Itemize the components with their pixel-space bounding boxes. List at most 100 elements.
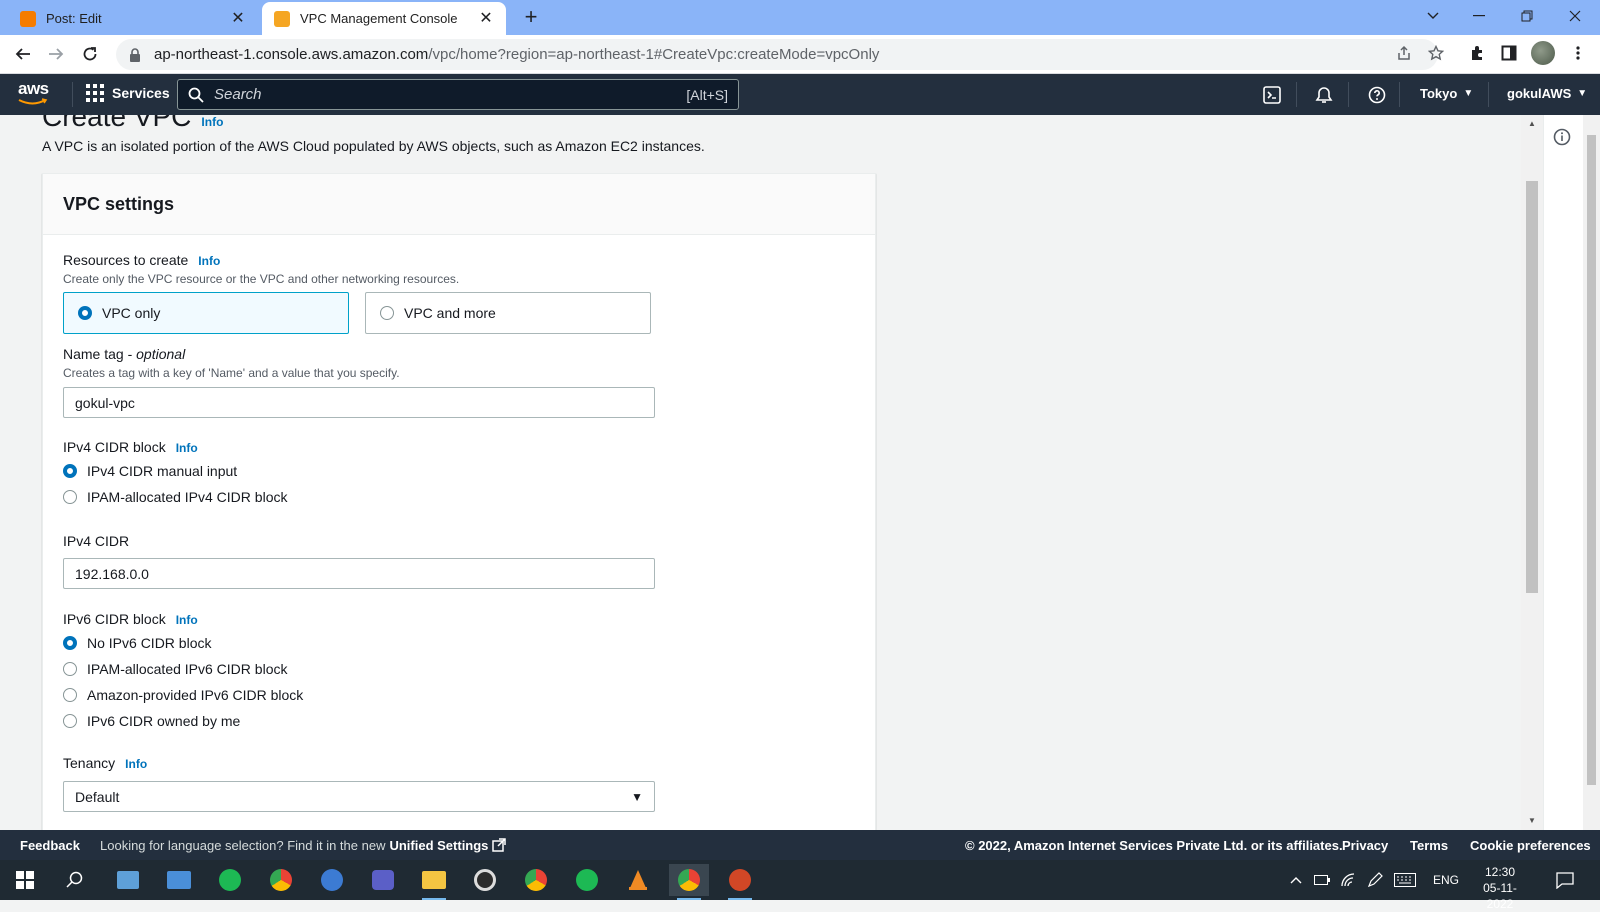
- clock-date: 05-11-2022: [1483, 881, 1517, 911]
- close-icon[interactable]: ✕: [230, 10, 246, 27]
- language-indicator[interactable]: ENG: [1433, 860, 1459, 900]
- tenancy-select[interactable]: Default ▼: [63, 781, 655, 812]
- tray-chevron-icon[interactable]: [1290, 860, 1302, 900]
- tenancy-info-link[interactable]: Info: [125, 757, 147, 771]
- ipv6-block-info-link[interactable]: Info: [176, 613, 198, 627]
- resources-info-link[interactable]: Info: [198, 254, 220, 268]
- wifi-icon[interactable]: [1340, 860, 1356, 900]
- restore-icon[interactable]: [1504, 0, 1550, 32]
- external-link-icon: [492, 838, 507, 852]
- ipv6-option-ipam[interactable]: IPAM-allocated IPv6 CIDR block: [63, 661, 287, 677]
- resource-option-vpc-and-more[interactable]: VPC and more: [365, 292, 651, 334]
- minimize-icon[interactable]: [1456, 0, 1502, 32]
- tab-title: Post: Edit: [46, 11, 102, 26]
- keyboard-icon[interactable]: [1394, 860, 1416, 900]
- window-close-icon[interactable]: [1552, 0, 1598, 32]
- aws-smile-icon: [18, 98, 48, 105]
- optional-text: optional: [136, 346, 186, 362]
- ipv6-option-none[interactable]: No IPv6 CIDR block: [63, 635, 211, 651]
- nav-divider: [1399, 82, 1400, 107]
- caret-down-icon: ▼: [1463, 88, 1474, 99]
- reload-icon[interactable]: [79, 43, 101, 65]
- main-content: Create VPC Info A VPC is an isolated por…: [0, 115, 1543, 830]
- page-scrollbar[interactable]: [1583, 115, 1600, 830]
- browser-tab-bar: Post: Edit ✕ VPC Management Console ✕ +: [0, 0, 1600, 35]
- new-tab-icon[interactable]: +: [520, 6, 542, 28]
- resources-field: Resources to create Info Create only the…: [63, 252, 459, 286]
- search-shortcut: [Alt+S]: [686, 86, 728, 103]
- sidepanel-icon[interactable]: [1498, 42, 1520, 64]
- terms-link[interactable]: Terms: [1410, 838, 1448, 853]
- scroll-thumb[interactable]: [1587, 135, 1596, 785]
- services-menu[interactable]: Services: [86, 84, 170, 102]
- spotify-icon[interactable]: [210, 864, 250, 896]
- taskbar-clock[interactable]: 12:30 05-11-2022: [1470, 864, 1530, 912]
- close-icon[interactable]: ✕: [478, 10, 494, 27]
- qbittorrent-icon[interactable]: [312, 864, 352, 896]
- tab-vpc-console[interactable]: VPC Management Console ✕: [262, 2, 506, 35]
- scroll-up-icon[interactable]: ▲: [1527, 119, 1537, 129]
- chrome-icon[interactable]: [261, 864, 301, 896]
- aws-footer: Feedback Looking for language selection?…: [0, 830, 1600, 860]
- option-label: Amazon-provided IPv6 CIDR block: [87, 687, 304, 703]
- bell-icon[interactable]: [1313, 84, 1335, 106]
- privacy-link[interactable]: Privacy: [1342, 838, 1388, 853]
- pen-icon[interactable]: [1367, 860, 1383, 900]
- nav-divider: [72, 82, 73, 107]
- help-icon[interactable]: [1366, 84, 1388, 106]
- cloudshell-icon[interactable]: [1261, 84, 1283, 106]
- ipv4-option-ipam[interactable]: IPAM-allocated IPv4 CIDR block: [63, 489, 287, 505]
- url-bar[interactable]: ap-northeast-1.console.aws.amazon.com/vp…: [116, 39, 1438, 70]
- page-title: Create VPC Info: [42, 115, 223, 133]
- forward-icon[interactable]: [45, 43, 67, 65]
- profile-avatar[interactable]: [1531, 41, 1555, 65]
- scroll-down-icon[interactable]: ▼: [1527, 816, 1537, 826]
- chevron-down-icon[interactable]: [1410, 0, 1456, 32]
- file-explorer-icon[interactable]: [414, 864, 454, 900]
- ipv4-block-info-link[interactable]: Info: [176, 441, 198, 455]
- chrome-active-icon[interactable]: [669, 864, 709, 900]
- region-selector[interactable]: Tokyo ▼: [1420, 86, 1473, 101]
- tab-post-edit[interactable]: Post: Edit ✕: [8, 2, 258, 35]
- mail-icon[interactable]: [159, 864, 199, 896]
- ipv6-option-amazon[interactable]: Amazon-provided IPv6 CIDR block: [63, 687, 303, 703]
- media-app-icon[interactable]: [465, 864, 505, 896]
- tenancy-label-text: Tenancy: [63, 755, 116, 771]
- windows-start-icon[interactable]: [5, 864, 45, 896]
- task-view-app-icon[interactable]: [108, 864, 148, 896]
- ipv6-option-owned[interactable]: IPv6 CIDR owned by me: [63, 713, 240, 729]
- extensions-icon[interactable]: [1466, 42, 1488, 64]
- content-scrollbar[interactable]: ▲ ▼: [1521, 115, 1543, 830]
- account-menu[interactable]: gokulAWS ▼: [1507, 86, 1587, 101]
- address-toolbar: ap-northeast-1.console.aws.amazon.com/vp…: [0, 35, 1600, 74]
- back-icon[interactable]: [12, 43, 34, 65]
- notifications-icon[interactable]: [1556, 860, 1574, 900]
- search-input[interactable]: Search [Alt+S]: [177, 79, 739, 110]
- menu-kebab-icon[interactable]: [1567, 42, 1589, 64]
- ipv4-option-manual[interactable]: IPv4 CIDR manual input: [63, 463, 237, 479]
- panel-heading: VPC settings: [43, 174, 875, 235]
- vlc-icon[interactable]: [618, 864, 658, 896]
- title-info-link[interactable]: Info: [201, 115, 223, 129]
- aws-logo[interactable]: aws: [18, 80, 52, 108]
- name-tag-input[interactable]: [63, 387, 655, 418]
- info-circle-icon[interactable]: [1553, 128, 1571, 146]
- unified-settings-link[interactable]: Unified Settings: [389, 838, 488, 853]
- feedback-link[interactable]: Feedback: [20, 838, 80, 853]
- resource-option-vpc-only[interactable]: VPC only: [63, 292, 349, 334]
- tab-title: VPC Management Console: [300, 11, 458, 26]
- language-text: Looking for language selection? Find it …: [100, 837, 386, 853]
- bookmark-star-icon[interactable]: [1425, 42, 1447, 64]
- search-icon[interactable]: [55, 864, 95, 896]
- scroll-thumb[interactable]: [1526, 181, 1538, 593]
- spotify-icon[interactable]: [567, 864, 607, 896]
- cookie-preferences-link[interactable]: Cookie preferences: [1470, 838, 1591, 853]
- share-icon[interactable]: [1393, 42, 1415, 64]
- grid-icon: [86, 84, 104, 102]
- account-label: gokulAWS: [1507, 86, 1572, 101]
- teams-icon[interactable]: [363, 864, 403, 896]
- ipv4-cidr-input[interactable]: [63, 558, 655, 589]
- battery-icon[interactable]: [1314, 860, 1330, 900]
- chrome-profile-icon[interactable]: [516, 864, 556, 896]
- powerpoint-icon[interactable]: [720, 864, 760, 900]
